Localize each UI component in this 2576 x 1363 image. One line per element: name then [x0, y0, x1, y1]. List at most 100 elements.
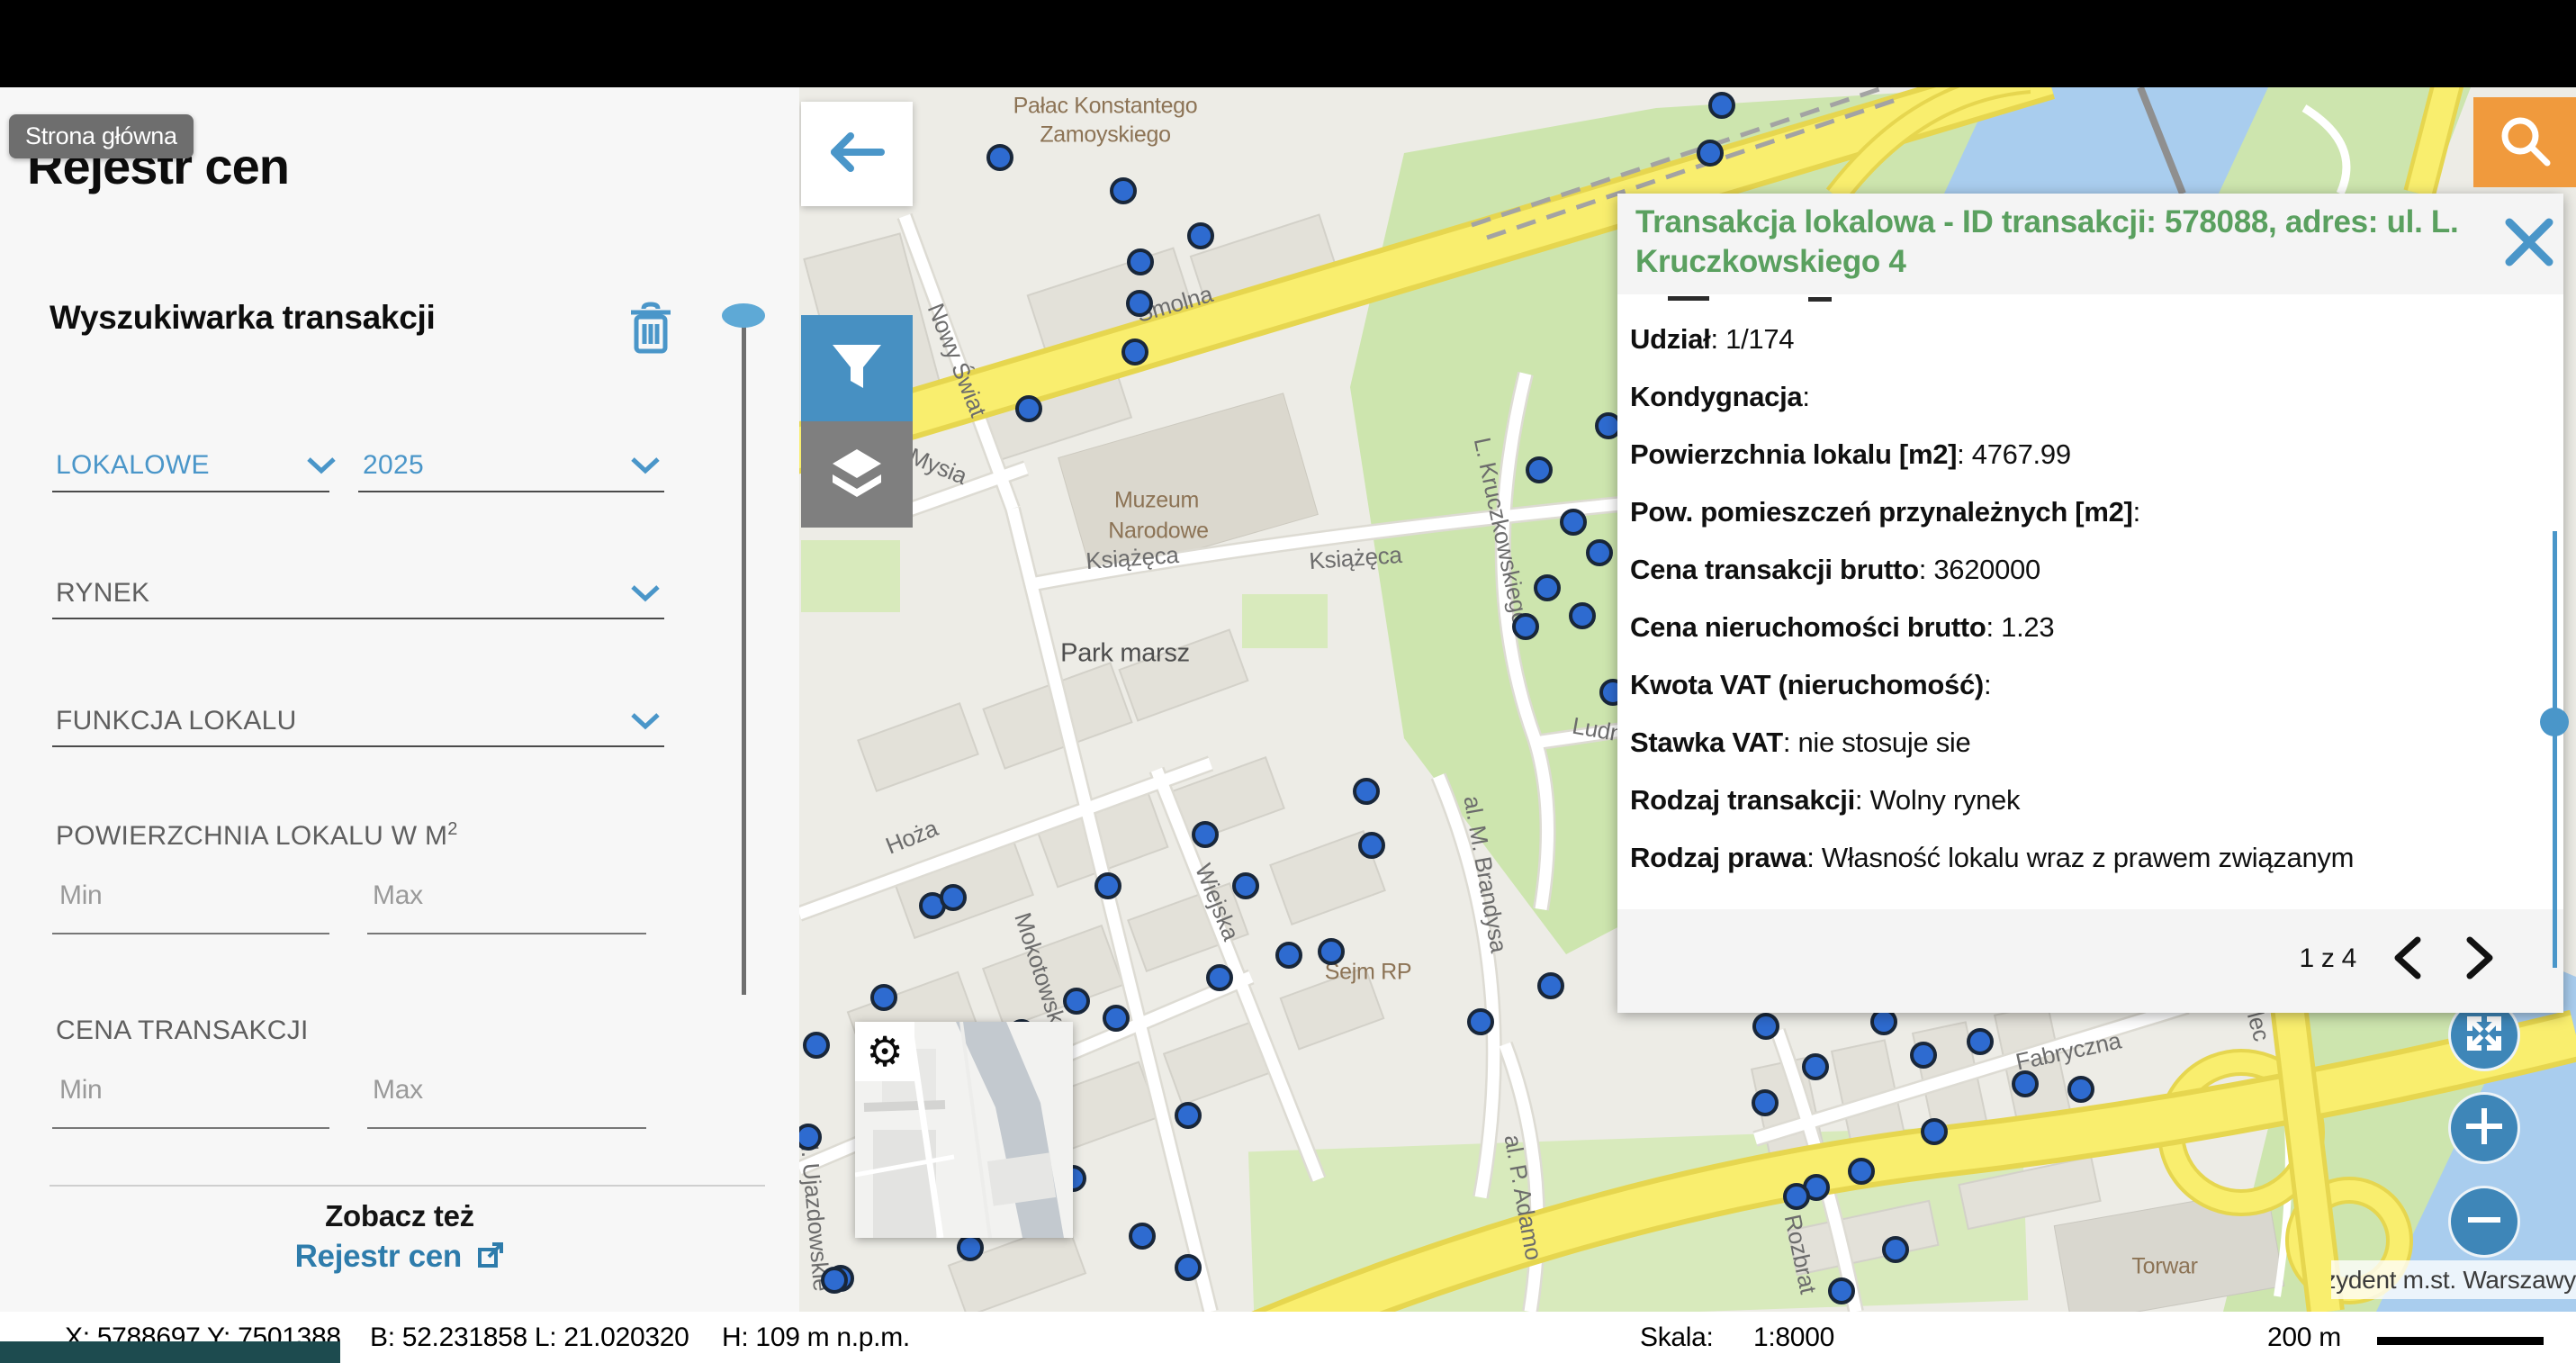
transaction-marker[interactable] — [1752, 1089, 1779, 1116]
transaction-marker[interactable] — [1828, 1277, 1855, 1304]
transaction-marker[interactable] — [957, 1234, 984, 1261]
funnel-icon — [827, 338, 887, 400]
scale-value[interactable]: 1:8000 — [1753, 1322, 1834, 1353]
transaction-marker[interactable] — [1175, 1102, 1202, 1129]
link-preview-box — [0, 1341, 340, 1363]
transaction-marker[interactable] — [986, 144, 1013, 171]
chevron-down-icon[interactable] — [304, 455, 338, 476]
transaction-marker[interactable] — [2012, 1070, 2039, 1097]
panel-scrollbar-track[interactable] — [2553, 531, 2557, 968]
transaction-marker[interactable] — [870, 984, 897, 1011]
transaction-marker[interactable] — [1175, 1254, 1202, 1281]
map-attribution: © Prezydent m.st. Warszawy — [2331, 1260, 2576, 1299]
map-label: Narodowe — [1108, 519, 1209, 545]
search-button[interactable] — [2473, 97, 2576, 187]
zoom-in-button[interactable] — [2448, 1092, 2520, 1164]
select-function[interactable]: FUNKCJA LOKALU — [56, 706, 297, 736]
select-year[interactable]: 2025 — [363, 450, 424, 481]
transaction-marker[interactable] — [1094, 872, 1121, 899]
home-tooltip: Strona główna — [9, 114, 194, 158]
transaction-marker[interactable] — [1358, 832, 1385, 859]
chevron-right-icon[interactable] — [2459, 934, 2500, 981]
transaction-marker[interactable] — [1063, 988, 1090, 1015]
sidebar-scrollbar-track[interactable] — [742, 315, 746, 995]
transaction-marker[interactable] — [1103, 1005, 1130, 1032]
chevron-down-icon[interactable] — [628, 582, 662, 604]
chevron-left-icon[interactable] — [2387, 934, 2428, 981]
transaction-marker[interactable] — [1967, 1028, 1994, 1055]
transaction-marker[interactable] — [1187, 222, 1214, 249]
transaction-marker[interactable] — [1697, 140, 1724, 167]
transaction-marker[interactable] — [1586, 539, 1613, 566]
transaction-marker[interactable] — [821, 1267, 848, 1294]
select-market[interactable]: RYNEK — [56, 578, 149, 609]
plus-icon — [2463, 1105, 2506, 1152]
transaction-marker[interactable] — [1783, 1183, 1810, 1210]
panel-field-row: Kondygnacja: — [1630, 381, 1810, 413]
layers-icon — [827, 444, 887, 506]
underline — [52, 745, 664, 747]
transaction-marker[interactable] — [1127, 248, 1154, 275]
see-also-label: Zobacz też — [0, 1199, 799, 1233]
transaction-marker[interactable] — [1560, 509, 1587, 536]
transaction-marker[interactable] — [1206, 964, 1233, 991]
underline — [358, 491, 664, 492]
transaction-marker[interactable] — [1882, 1236, 1909, 1263]
transaction-details-panel: Transakcja lokalowa - ID transakcji: 578… — [1617, 194, 2563, 1013]
transaction-marker[interactable] — [1015, 395, 1042, 422]
clipped-text-fragment — [1668, 296, 1709, 301]
transaction-marker[interactable] — [1708, 92, 1735, 119]
chevron-down-icon[interactable] — [628, 710, 662, 732]
chevron-down-icon[interactable] — [628, 455, 662, 476]
transaction-marker[interactable] — [1232, 872, 1259, 899]
transaction-marker[interactable] — [2067, 1076, 2094, 1103]
coords-bl: B: 52.231858 L: 21.020320 — [370, 1322, 689, 1353]
transaction-marker[interactable] — [1318, 938, 1345, 965]
transaction-marker[interactable] — [940, 884, 967, 911]
panel-footer: 1 z 4 — [1617, 909, 2563, 1013]
price-registry-link[interactable]: Rejestr cen — [0, 1239, 799, 1277]
transaction-marker[interactable] — [1192, 821, 1219, 848]
transaction-marker[interactable] — [1126, 290, 1153, 317]
minimap-settings-button[interactable]: ⚙ — [855, 1022, 914, 1081]
area-max-input[interactable]: Max — [373, 880, 423, 911]
transaction-marker[interactable] — [1848, 1158, 1875, 1185]
transaction-marker[interactable] — [1275, 942, 1302, 969]
transaction-marker[interactable] — [1353, 778, 1380, 805]
zoom-out-button[interactable] — [2448, 1186, 2520, 1258]
collapse-sidebar-button[interactable] — [801, 102, 913, 206]
transaction-marker[interactable] — [1752, 1013, 1779, 1040]
transaction-marker[interactable] — [803, 1032, 830, 1059]
scale-label: Skala: — [1640, 1322, 1714, 1353]
clear-filters-trash-icon[interactable] — [626, 302, 676, 356]
transaction-marker[interactable] — [1512, 613, 1539, 640]
transaction-marker[interactable] — [1121, 338, 1148, 366]
search-icon — [2495, 111, 2554, 175]
transaction-marker[interactable] — [1802, 1053, 1829, 1080]
map-label: Zamoyskiego — [1040, 122, 1170, 149]
select-property-type[interactable]: LOKALOWE — [56, 450, 210, 481]
underline — [52, 1127, 329, 1129]
panel-scrollbar-thumb[interactable] — [2540, 708, 2569, 736]
transaction-marker[interactable] — [1910, 1042, 1937, 1069]
price-max-input[interactable]: Max — [373, 1075, 423, 1106]
transaction-marker[interactable] — [1534, 574, 1561, 601]
transaction-marker[interactable] — [1129, 1223, 1156, 1250]
transaction-marker[interactable] — [1467, 1008, 1494, 1035]
panel-title: Transakcja lokalowa - ID transakcji: 578… — [1635, 203, 2472, 282]
transaction-marker[interactable] — [1526, 456, 1553, 483]
filter-button[interactable] — [801, 315, 913, 421]
top-bar — [0, 0, 2576, 87]
transaction-marker[interactable] — [1921, 1118, 1948, 1145]
transaction-marker[interactable] — [1110, 177, 1137, 204]
transaction-marker[interactable] — [1537, 972, 1564, 999]
area-min-input[interactable]: Min — [59, 880, 102, 911]
transaction-marker[interactable] — [1569, 602, 1596, 629]
close-icon[interactable] — [2500, 213, 2558, 271]
price-min-input[interactable]: Min — [59, 1075, 102, 1106]
layers-button[interactable] — [801, 421, 913, 528]
pager-label: 1 z 4 — [2299, 943, 2356, 974]
underline — [367, 1127, 646, 1129]
scalebar-label: 200 m — [2267, 1322, 2341, 1353]
sidebar-scrollbar-thumb[interactable] — [722, 303, 765, 328]
